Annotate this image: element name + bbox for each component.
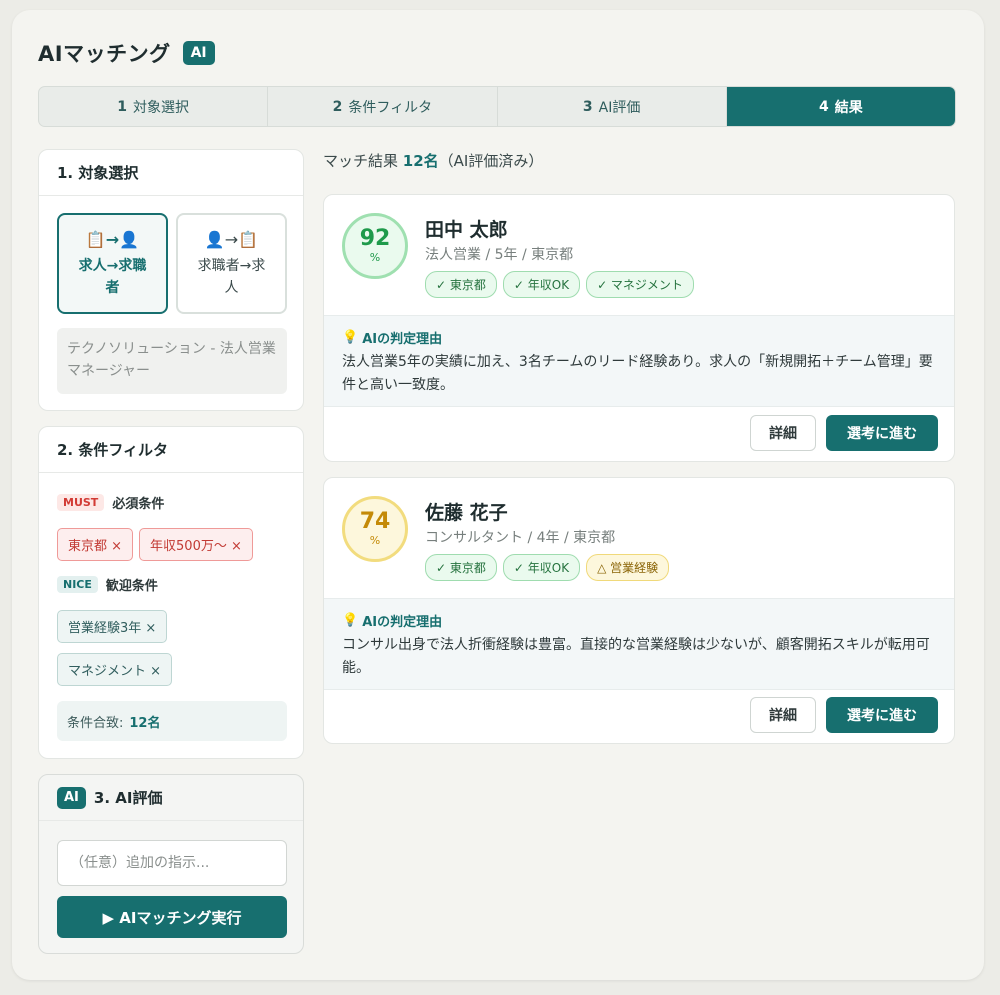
card-actions: 詳細 選考に進む bbox=[750, 415, 938, 451]
option-label: 求職者→求人 bbox=[197, 257, 266, 296]
step-3[interactable]: 3 AI評価 bbox=[498, 87, 727, 126]
page-header: AIマッチング AI bbox=[38, 38, 215, 68]
criteria-tag: ✓ 年収OK bbox=[502, 271, 581, 298]
condition-filter-panel: 2. 条件フィルタ MUST 必須条件 東京都 × 年収500万〜 × NICE… bbox=[38, 426, 304, 759]
match-count: 条件合致: 12名 bbox=[57, 701, 287, 741]
criteria-tag: △ 営業経験 bbox=[586, 554, 670, 581]
must-tag: MUST bbox=[57, 494, 105, 511]
results-prefix: マッチ結果 bbox=[323, 152, 399, 170]
nice-label: 歓迎条件 bbox=[105, 579, 158, 594]
ai-badge: AI bbox=[182, 41, 215, 65]
step-label: 条件フィルタ bbox=[348, 99, 433, 116]
direction-options: 📋→👤 求人→求職者 👤→📋 求職者→求人 bbox=[57, 213, 287, 314]
reason-title-text: AIの判定理由 bbox=[362, 332, 443, 347]
ai-evaluation-panel: AI 3. AI評価 ▶ AIマッチング実行 bbox=[38, 774, 304, 954]
person-to-clipboard-icon: 👤→📋 bbox=[204, 229, 259, 249]
criteria-tags: ✓ 東京都 ✓ 年収OK ✓ マネジメント bbox=[425, 271, 694, 298]
must-chips: 東京都 × 年収500万〜 × bbox=[57, 528, 253, 561]
card-actions: 詳細 選考に進む bbox=[750, 697, 938, 733]
step-label: 対象選択 bbox=[133, 99, 189, 116]
criteria-tag: ✓ 年収OK bbox=[502, 554, 581, 581]
instruction-input[interactable] bbox=[57, 840, 287, 886]
score-unit: % bbox=[369, 251, 381, 264]
panel-title: 2. 条件フィルタ bbox=[39, 427, 303, 473]
results-suffix: （AI評価済み） bbox=[438, 152, 544, 170]
score-unit: % bbox=[369, 534, 381, 547]
criteria-tag: ✓ 東京都 bbox=[425, 554, 497, 581]
condition-chip[interactable]: マネジメント × bbox=[57, 653, 173, 686]
step-number: 4 bbox=[819, 98, 829, 115]
ai-reason: 💡 AIの判定理由 コンサル出身で法人折衝経験は豊富。直接的な営業経験は少ないが… bbox=[324, 598, 954, 690]
target-selection-panel: 1. 対象選択 📋→👤 求人→求職者 👤→📋 求職者→求人 テクノソリューション… bbox=[38, 149, 304, 411]
match-score: 92 % bbox=[342, 213, 408, 279]
criteria-tag: ✓ 東京都 bbox=[425, 271, 497, 298]
score-value: 92 bbox=[359, 226, 391, 251]
candidate-subtitle: 法人営業 / 5年 / 東京都 bbox=[425, 247, 574, 263]
proceed-to-selection-button[interactable]: 選考に進む bbox=[826, 415, 938, 451]
panel-title: 1. 対象選択 bbox=[39, 150, 303, 196]
step-1[interactable]: 1 対象選択 bbox=[39, 87, 269, 126]
ai-badge: AI bbox=[57, 786, 86, 809]
score-value: 74 bbox=[359, 509, 391, 534]
selected-job-field[interactable]: テクノソリューション - 法人営業マネージャー bbox=[57, 328, 287, 394]
candidate-name: 佐藤 花子 bbox=[425, 502, 508, 524]
panel-title-text: 3. AI評価 bbox=[93, 789, 163, 807]
candidate-card: 74 % 佐藤 花子 コンサルタント / 4年 / 東京都 ✓ 東京都 ✓ 年収… bbox=[323, 477, 955, 744]
results-summary: マッチ結果 12名（AI評価済み） bbox=[323, 150, 543, 171]
candidate-name: 田中 太郎 bbox=[425, 219, 508, 241]
proceed-to-selection-button[interactable]: 選考に進む bbox=[826, 697, 938, 733]
must-label: 必須条件 bbox=[112, 497, 165, 512]
reason-title: 💡 AIの判定理由 bbox=[342, 328, 936, 347]
match-count-value: 12名 bbox=[129, 715, 161, 731]
nice-chips: 営業経験3年 × bbox=[57, 610, 168, 643]
step-number: 2 bbox=[332, 98, 343, 115]
reason-title: 💡 AIの判定理由 bbox=[342, 611, 936, 630]
condition-chip[interactable]: 営業経験3年 × bbox=[57, 610, 168, 643]
criteria-tags: ✓ 東京都 ✓ 年収OK △ 営業経験 bbox=[425, 554, 670, 581]
lightbulb-icon: 💡 bbox=[342, 613, 359, 628]
ai-reason: 💡 AIの判定理由 法人営業5年の実績に加え、3名チームのリード経験あり。求人の… bbox=[324, 315, 954, 407]
reason-text: 法人営業5年の実績に加え、3名チームのリード経験あり。求人の「新規開拓＋チーム管… bbox=[342, 354, 933, 393]
detail-button[interactable]: 詳細 bbox=[750, 697, 816, 733]
step-label: AI評価 bbox=[598, 99, 641, 116]
must-conditions-label: MUST 必須条件 bbox=[57, 493, 164, 512]
clipboard-to-person-icon: 📋→👤 bbox=[85, 229, 140, 249]
results-count: 12名 bbox=[402, 152, 439, 170]
page-title: AIマッチング bbox=[38, 42, 171, 66]
candidate-to-job-option[interactable]: 👤→📋 求職者→求人 bbox=[176, 213, 287, 314]
step-progress: 1 対象選択 2 条件フィルタ 3 AI評価 4 結果 bbox=[38, 86, 956, 127]
step-2[interactable]: 2 条件フィルタ bbox=[268, 87, 498, 126]
reason-title-text: AIの判定理由 bbox=[362, 615, 443, 630]
step-label: 結果 bbox=[834, 99, 863, 116]
step-number: 3 bbox=[582, 98, 593, 115]
candidate-subtitle: コンサルタント / 4年 / 東京都 bbox=[425, 530, 616, 546]
match-score: 74 % bbox=[342, 496, 408, 562]
option-label: 求人→求職者 bbox=[78, 257, 147, 296]
candidate-card: 92 % 田中 太郎 法人営業 / 5年 / 東京都 ✓ 東京都 ✓ 年収OK … bbox=[323, 194, 955, 462]
nice-tag: NICE bbox=[57, 576, 98, 593]
run-ai-matching-button[interactable]: ▶ AIマッチング実行 bbox=[57, 896, 287, 938]
detail-button[interactable]: 詳細 bbox=[750, 415, 816, 451]
criteria-tag: ✓ マネジメント bbox=[586, 271, 694, 298]
step-number: 1 bbox=[117, 98, 127, 115]
reason-text: コンサル出身で法人折衝経験は豊富。直接的な営業経験は少ないが、顧客開拓スキルが転… bbox=[342, 637, 930, 676]
lightbulb-icon: 💡 bbox=[342, 330, 359, 345]
panel-title: AI 3. AI評価 bbox=[39, 775, 303, 821]
nice-conditions-label: NICE 歓迎条件 bbox=[57, 575, 158, 594]
condition-chip[interactable]: 年収500万〜 × bbox=[139, 528, 253, 561]
condition-chip[interactable]: 東京都 × bbox=[57, 528, 134, 561]
nice-chips: マネジメント × bbox=[57, 653, 173, 686]
step-4[interactable]: 4 結果 bbox=[726, 87, 955, 126]
match-count-label: 条件合致: bbox=[67, 715, 124, 731]
job-to-candidate-option[interactable]: 📋→👤 求人→求職者 bbox=[57, 213, 168, 314]
